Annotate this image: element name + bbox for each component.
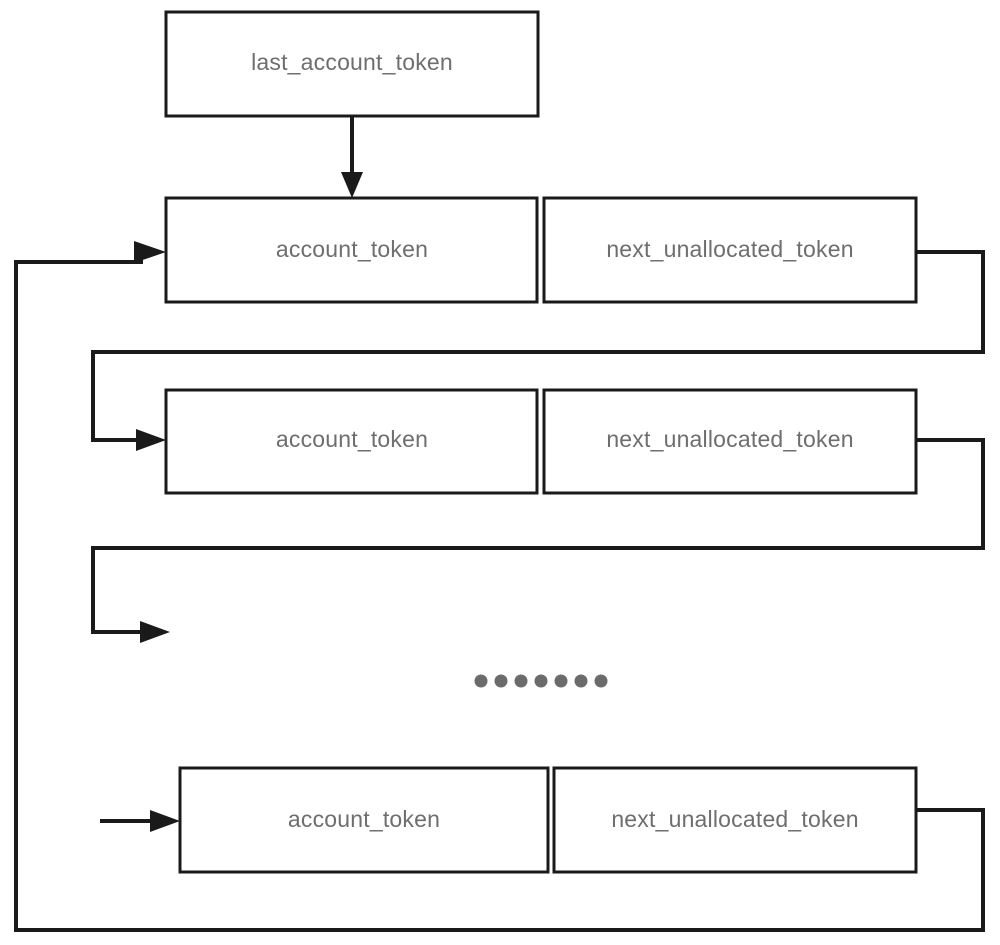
row-0-inbound-connector: [14, 260, 143, 265]
diagram-canvas: last_account_token account_token next_un…: [0, 0, 1000, 945]
row-1-next-unallocated-token-label: next_unallocated_token: [606, 426, 853, 452]
ellipsis-dot: [534, 674, 548, 688]
row-0-account-token-label: account_token: [276, 236, 428, 262]
row-0-next-unallocated-token-label: next_unallocated_token: [606, 236, 853, 262]
row-0-inbound-arrowhead: [134, 241, 166, 263]
ellipsis-dot: [594, 674, 608, 688]
row-2-account-token-label: account_token: [288, 806, 440, 832]
ellipsis-marker: [474, 674, 608, 688]
row-1-account-token-label: account_token: [276, 426, 428, 452]
last-account-token-label: last_account_token: [251, 49, 453, 75]
ellipsis-dot: [554, 674, 568, 688]
head-to-row1-arrowhead: [341, 172, 363, 198]
continuation-arrowhead: [140, 621, 170, 643]
row-2-next-unallocated-token-label: next_unallocated_token: [611, 806, 858, 832]
row-2-inbound-arrowhead: [150, 810, 180, 832]
diagram-svg: last_account_token account_token next_un…: [14, 10, 985, 932]
ellipsis-dot: [474, 674, 488, 688]
ellipsis-dot: [514, 674, 528, 688]
ellipsis-dot: [494, 674, 508, 688]
row-1-inbound-arrowhead: [136, 429, 166, 451]
ellipsis-dot: [574, 674, 588, 688]
